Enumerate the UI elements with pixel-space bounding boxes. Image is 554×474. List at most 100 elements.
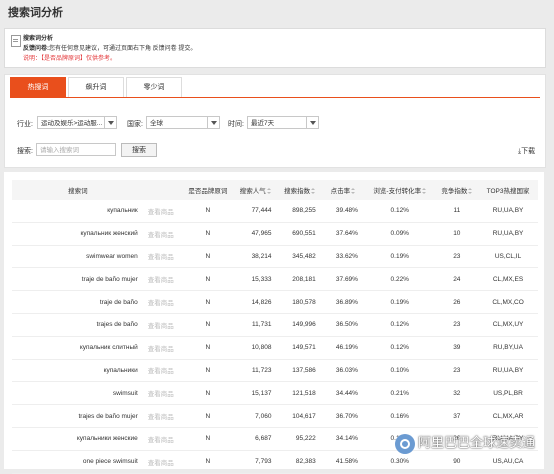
cell-conversion: 0.22% bbox=[363, 267, 436, 292]
cell-popularity: 77,444 bbox=[233, 200, 278, 223]
cell-competition: 32 bbox=[435, 381, 479, 406]
cell-brand: N bbox=[182, 222, 234, 246]
view-products-link[interactable]: 查看商品 bbox=[143, 290, 183, 314]
table-row: купальник 查看商品 N 77,444 898,255 39.48% 0.12% 11… bbox=[12, 200, 538, 223]
cell-top-countries: RU,UA,BY bbox=[478, 200, 538, 223]
watermark-text: 阿里巴巴全球速卖通 bbox=[418, 435, 536, 450]
search-input[interactable]: 请输入搜索词 bbox=[36, 143, 116, 156]
cell-index: 149,571 bbox=[277, 336, 322, 360]
cell-keyword: купальник слитный bbox=[12, 336, 144, 360]
chevron-down-icon bbox=[207, 117, 219, 128]
cell-competition: 39 bbox=[435, 336, 479, 360]
cell-index: 208,181 bbox=[277, 267, 322, 292]
tab-rare-words[interactable]: 零少词 bbox=[126, 77, 182, 98]
cell-ctr: 39.48% bbox=[321, 200, 364, 223]
tab-underline bbox=[10, 97, 540, 98]
sort-icon bbox=[468, 188, 473, 194]
cell-top-countries: US,PL,BR bbox=[478, 381, 538, 406]
sort-icon bbox=[266, 188, 271, 194]
cell-ctr: 34.44% bbox=[321, 381, 364, 406]
header-top-countries: TOP3热搜国家 bbox=[478, 180, 538, 200]
cell-index: 898,255 bbox=[277, 200, 322, 223]
cell-keyword: trajes de baño bbox=[12, 313, 144, 337]
view-products-link[interactable]: 查看商品 bbox=[143, 450, 183, 474]
feedback-label: 反馈问卷: bbox=[23, 46, 49, 52]
view-products-link[interactable]: 查看商品 bbox=[143, 427, 183, 451]
table-row: traje de baño mujer 查看商品 N 15,333 208,181 37.… bbox=[12, 267, 538, 292]
cell-competition: 23 bbox=[435, 313, 479, 337]
header-brand: 是否品牌原词 bbox=[182, 180, 234, 200]
header-conversion[interactable]: 浏览-支付转化率 bbox=[363, 180, 436, 200]
cell-ctr: 37.69% bbox=[321, 267, 364, 292]
cell-brand: N bbox=[182, 336, 234, 360]
header-popularity[interactable]: 搜索人气 bbox=[233, 180, 278, 200]
cell-ctr: 41.58% bbox=[321, 450, 364, 474]
cell-brand: N bbox=[182, 313, 234, 337]
table-row: купальник слитный 查看商品 N 10,808 149,571 46.19… bbox=[12, 336, 538, 360]
cell-top-countries: RU,UA,BY bbox=[478, 222, 538, 246]
view-products-link[interactable]: 查看商品 bbox=[143, 381, 183, 406]
cell-index: 690,551 bbox=[277, 222, 322, 246]
wechat-logo-icon bbox=[395, 433, 415, 454]
sort-icon bbox=[351, 188, 356, 194]
view-products-link[interactable]: 查看商品 bbox=[143, 222, 183, 246]
cell-competition: 37 bbox=[435, 404, 479, 428]
header-competition[interactable]: 竞争指数 bbox=[435, 180, 479, 200]
cell-conversion: 0.21% bbox=[363, 381, 436, 406]
cell-conversion: 0.16% bbox=[363, 404, 436, 428]
table-row: swimsuit 查看商品 N 15,137 121,518 34.44% 0.21% 32 U… bbox=[12, 381, 538, 406]
header-ctr-label: 点击率 bbox=[330, 188, 351, 195]
search-button[interactable]: 搜索 bbox=[121, 143, 157, 157]
cell-popularity: 7,793 bbox=[233, 450, 278, 474]
industry-select[interactable]: 运动及娱乐>运动服... bbox=[37, 116, 117, 129]
tab-hot-words[interactable]: 热搜词 bbox=[10, 77, 66, 98]
header-index-label: 搜索指数 bbox=[284, 188, 311, 195]
country-select[interactable]: 全球 bbox=[146, 116, 220, 129]
filter-panel: 热搜词 飙升词 零少词 行业: 运动及娱乐>运动服... 国家: 全球 时间: … bbox=[4, 74, 546, 168]
cell-conversion: 0.19% bbox=[363, 245, 436, 269]
cell-brand: N bbox=[182, 404, 234, 428]
results-table: 搜索词 是否品牌原词 搜索人气 搜索指数 点击率 浏览-支付转化率 竞争指数 T… bbox=[12, 180, 538, 474]
cell-index: 180,578 bbox=[277, 290, 322, 314]
table-header-row: 搜索词 是否品牌原词 搜索人气 搜索指数 点击率 浏览-支付转化率 竞争指数 T… bbox=[12, 180, 538, 200]
cell-ctr: 34.14% bbox=[321, 427, 364, 451]
notice-box: 搜索词分析 反馈问卷:您有任何意见建议，可通过页面右下角 反馈问卷 提交。 说明… bbox=[4, 28, 546, 68]
cell-brand: N bbox=[182, 290, 234, 314]
download-button[interactable]: ⤓下载 bbox=[518, 146, 535, 156]
header-ctr[interactable]: 点击率 bbox=[321, 180, 364, 200]
cell-keyword: trajes de baño mujer bbox=[12, 404, 144, 428]
cell-keyword: swimsuit bbox=[12, 381, 144, 406]
cell-ctr: 36.89% bbox=[321, 290, 364, 314]
cell-keyword: traje de baño bbox=[12, 290, 144, 314]
header-keyword: 搜索词 bbox=[12, 180, 144, 200]
view-products-link[interactable]: 查看商品 bbox=[143, 359, 183, 383]
cell-top-countries: CL,MX,CO bbox=[478, 290, 538, 314]
view-products-link[interactable]: 查看商品 bbox=[143, 313, 183, 337]
view-products-link[interactable]: 查看商品 bbox=[143, 336, 183, 360]
cell-ctr: 36.70% bbox=[321, 404, 364, 428]
view-products-link[interactable]: 查看商品 bbox=[143, 404, 183, 428]
chevron-down-icon bbox=[104, 117, 116, 128]
cell-keyword: traje de baño mujer bbox=[12, 267, 144, 292]
cell-competition: 11 bbox=[435, 200, 479, 223]
document-icon bbox=[11, 35, 21, 47]
sort-icon bbox=[422, 188, 427, 194]
header-popularity-label: 搜索人气 bbox=[239, 188, 266, 195]
view-products-link[interactable]: 查看商品 bbox=[143, 267, 183, 292]
tab-rising-words[interactable]: 飙升词 bbox=[68, 77, 124, 98]
time-select[interactable]: 最近7天 bbox=[247, 116, 319, 129]
cell-popularity: 38,214 bbox=[233, 245, 278, 269]
feedback-text: 您有任何意见建议，可通过页面右下角 反馈问卷 提交。 bbox=[49, 46, 197, 52]
cell-ctr: 36.50% bbox=[321, 313, 364, 337]
cell-popularity: 10,808 bbox=[233, 336, 278, 360]
cell-competition: 24 bbox=[435, 267, 479, 292]
header-link bbox=[143, 180, 183, 200]
table-row: купальники 查看商品 N 11,723 137,586 36.03% 0.10% 2… bbox=[12, 359, 538, 383]
cell-index: 121,518 bbox=[277, 381, 322, 406]
view-products-link[interactable]: 查看商品 bbox=[143, 200, 183, 223]
cell-brand: N bbox=[182, 450, 234, 474]
view-products-link[interactable]: 查看商品 bbox=[143, 245, 183, 269]
time-label: 时间: bbox=[228, 121, 244, 128]
cell-brand: N bbox=[182, 245, 234, 269]
header-index[interactable]: 搜索指数 bbox=[277, 180, 322, 200]
